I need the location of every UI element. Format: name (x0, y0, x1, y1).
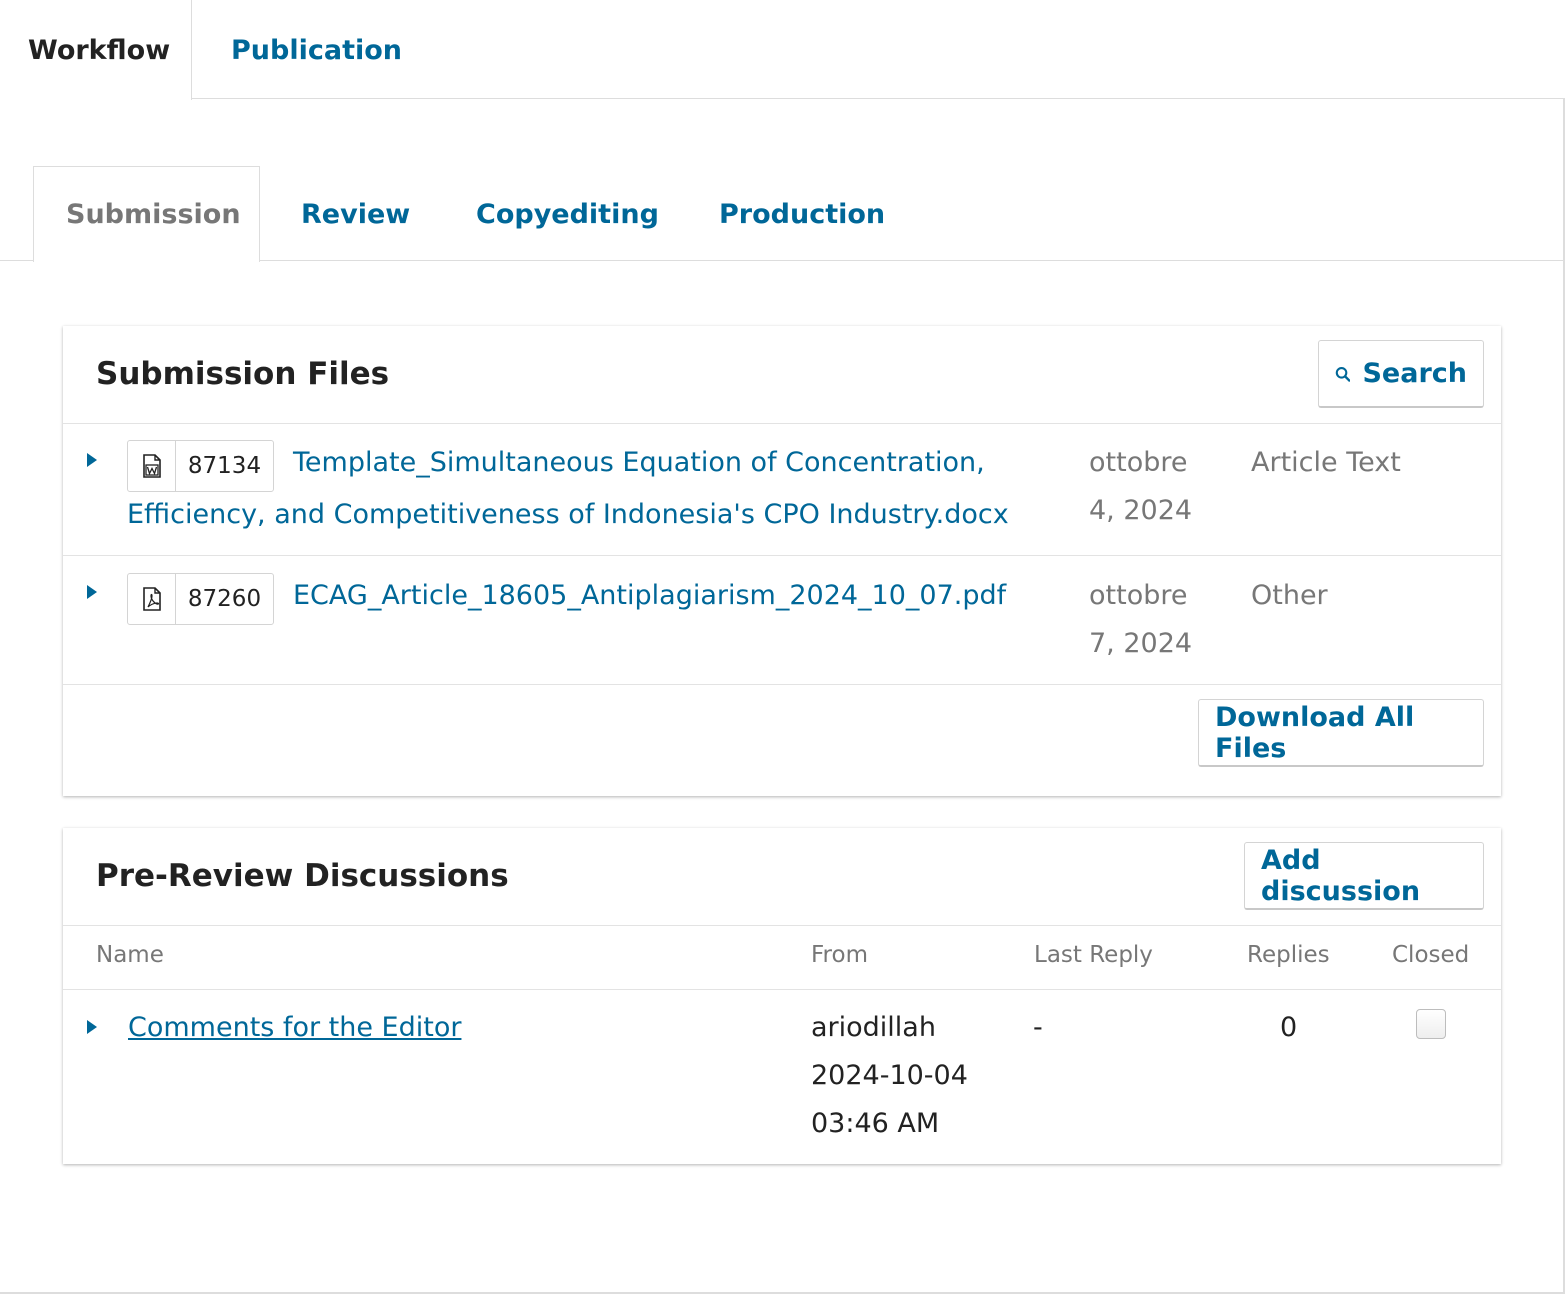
tab-publication[interactable]: Publication (231, 0, 402, 100)
discussion-from-user: ariodillah (811, 1012, 936, 1043)
file-id: 87260 (187, 586, 262, 612)
expand-caret-icon[interactable] (87, 1020, 97, 1034)
file-type: Article Text (1251, 447, 1401, 478)
tab-copyediting-label: Copyediting (476, 198, 659, 230)
column-header-last-reply: Last Reply (1034, 942, 1153, 968)
add-discussion-label: Add discussion (1261, 844, 1421, 907)
search-icon (1335, 366, 1351, 382)
submission-files-header: Submission Files Search (63, 326, 1501, 424)
discussion-from-date: 2024-10-04 (811, 1060, 968, 1091)
file-type: Other (1251, 580, 1328, 611)
search-button-label: Search (1362, 358, 1467, 389)
tab-production[interactable]: Production (719, 166, 885, 262)
tab-copyediting[interactable]: Copyediting (476, 166, 659, 262)
stage-tabs-divider-right (259, 260, 1565, 261)
discussions-table-header: Name From Last Reply Replies Closed (63, 926, 1501, 990)
file-date: ottobre 7, 2024 (1089, 572, 1209, 668)
tab-review[interactable]: Review (301, 166, 410, 262)
column-header-name: Name (96, 942, 164, 968)
pre-review-discussions-panel: Pre-Review Discussions Add discussion Na… (63, 828, 1501, 1164)
discussion-name-link[interactable]: Comments for the Editor (128, 1004, 461, 1052)
file-date: ottobre 4, 2024 (1089, 439, 1209, 535)
discussions-title: Pre-Review Discussions (96, 858, 509, 894)
tab-production-label: Production (719, 198, 886, 230)
discussion-from: ariodillah 2024-10-04 03:46 AM (811, 1004, 968, 1148)
add-discussion-button[interactable]: Add discussion (1244, 842, 1484, 910)
discussion-replies: 0 (1280, 1012, 1298, 1043)
stage-tabs-divider-left (0, 260, 34, 261)
file-row: 87260 ECAG_Article_18605_Antiplagiarism_… (63, 556, 1501, 685)
tab-workflow[interactable]: Workflow (0, 0, 192, 100)
submission-files-panel: Submission Files Search 87134 Template_S… (63, 326, 1501, 796)
file-date-line2: 4, 2024 (1089, 495, 1193, 526)
main-tabs: Workflow Publication (0, 0, 1565, 100)
discussion-closed-checkbox[interactable] (1416, 1009, 1446, 1039)
column-header-replies: Replies (1247, 942, 1330, 968)
table-row: Comments for the Editor ariodillah 2024-… (63, 990, 1501, 1162)
discussion-from-time: 03:46 AM (811, 1108, 940, 1139)
expand-caret-icon[interactable] (87, 585, 97, 599)
file-date-line1: ottobre (1089, 580, 1188, 611)
file-date-line2: 7, 2024 (1089, 628, 1193, 659)
discussion-last-reply: - (1033, 1012, 1043, 1043)
column-header-closed: Closed (1392, 942, 1470, 968)
tab-submission-label: Submission (66, 199, 241, 230)
search-button[interactable]: Search (1318, 340, 1484, 408)
file-name-link[interactable]: ECAG_Article_18605_Antiplagiarism_2024_1… (293, 570, 1053, 622)
expand-caret-icon[interactable] (87, 453, 97, 467)
download-all-files-label: Download All Files (1215, 701, 1415, 764)
column-header-from: From (811, 942, 868, 968)
tab-review-label: Review (301, 198, 411, 230)
file-id-badge: 87260 (127, 573, 274, 625)
tab-submission[interactable]: Submission (33, 166, 260, 262)
tab-publication-label: Publication (231, 34, 403, 66)
pdf-document-icon (128, 574, 176, 624)
file-row: 87134 Template_Simultaneous Equation of … (63, 424, 1501, 556)
submission-files-title: Submission Files (96, 356, 390, 392)
file-name-link[interactable]: Template_Simultaneous Equation of Concen… (127, 437, 1027, 541)
file-date-line1: ottobre (1089, 447, 1188, 478)
download-all-files-button[interactable]: Download All Files (1198, 699, 1484, 767)
file-name-line2: Efficiency, and Competitiveness of Indon… (127, 499, 1009, 530)
tab-workflow-label: Workflow (28, 34, 171, 66)
file-name-line1: Template_Simultaneous Equation of Concen… (293, 447, 985, 478)
discussions-header: Pre-Review Discussions Add discussion (63, 828, 1501, 926)
